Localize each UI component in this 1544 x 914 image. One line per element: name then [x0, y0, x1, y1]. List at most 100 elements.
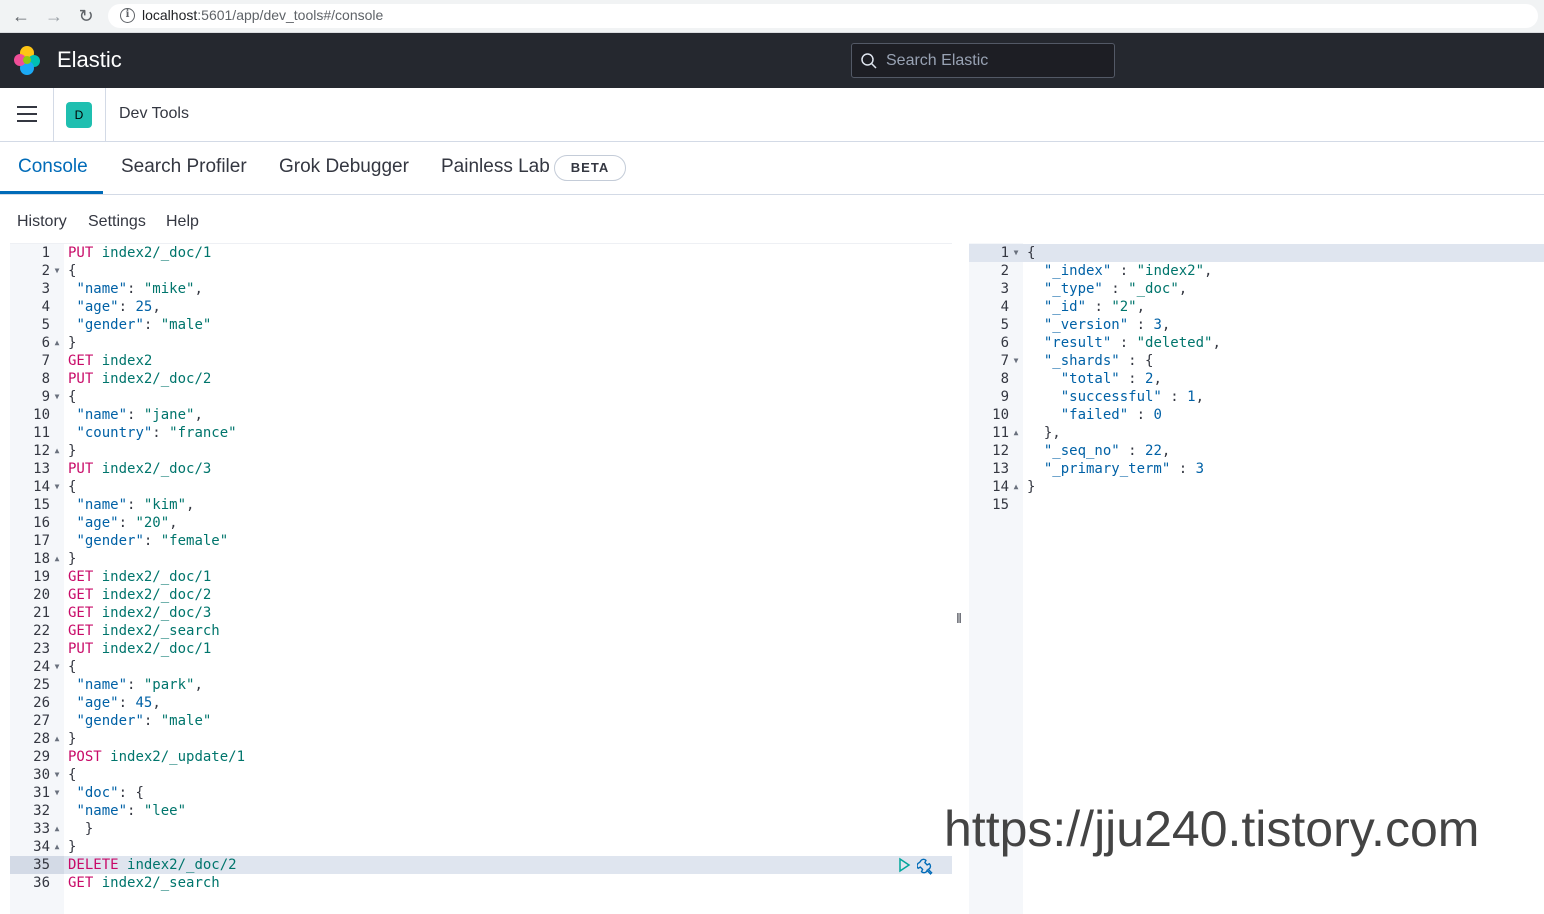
code-line[interactable]: 2 ▼ { — [10, 262, 952, 280]
code-line[interactable]: 5 "gender": "male" — [10, 316, 952, 334]
code-line[interactable]: 36 GET index2/_search — [10, 874, 952, 892]
code-token: : — [1128, 317, 1154, 333]
code-line[interactable]: 18 ▲} — [10, 550, 952, 568]
code-token: "age" — [76, 515, 119, 531]
code-line[interactable]: 23 PUT index2/_doc/1 — [10, 640, 952, 658]
code-line[interactable]: 3 "name": "mike", — [10, 280, 952, 298]
code-line[interactable]: 12 "_seq_no" : 22, — [969, 442, 1544, 460]
code-line[interactable]: 30 ▼ { — [10, 766, 952, 784]
code-line[interactable]: 16 "age": "20", — [10, 514, 952, 532]
code-line[interactable]: 28 ▲} — [10, 730, 952, 748]
code-line[interactable]: 14 ▲} — [969, 478, 1544, 496]
wrench-icon[interactable] — [917, 857, 935, 875]
code-token: : — [127, 497, 144, 513]
code-line[interactable]: 3 "_type" : "_doc", — [969, 280, 1544, 298]
code-line[interactable]: 11 ▲ }, — [969, 424, 1544, 442]
fold-close-icon[interactable]: ▲ — [52, 550, 62, 568]
menu-icon[interactable] — [17, 106, 37, 122]
code-line[interactable]: 34 ▲} — [10, 838, 952, 856]
fold-open-icon[interactable]: ▼ — [52, 262, 62, 280]
code-line[interactable]: 11 "country": "france" — [10, 424, 952, 442]
play-icon[interactable] — [896, 857, 912, 873]
fold-close-icon[interactable]: ▲ — [52, 334, 62, 352]
code-line[interactable]: 10 "name": "jane", — [10, 406, 952, 424]
fold-close-icon[interactable]: ▲ — [52, 442, 62, 460]
code-line[interactable]: 1 ▼ { — [969, 244, 1544, 262]
fold-open-icon[interactable]: ▼ — [52, 388, 62, 406]
code-line[interactable]: 22 GET index2/_search — [10, 622, 952, 640]
fold-open-icon[interactable]: ▼ — [52, 766, 62, 784]
code-line[interactable]: 29 POST index2/_update/1 — [10, 748, 952, 766]
code-text: "name": "lee" — [68, 802, 186, 820]
code-line[interactable]: 27 "gender": "male" — [10, 712, 952, 730]
pane-resize-handle[interactable]: ‖ — [955, 610, 963, 626]
code-line[interactable]: 1 PUT index2/_doc/1 — [10, 244, 952, 262]
elastic-logo-icon[interactable] — [12, 45, 42, 75]
fold-close-icon[interactable]: ▲ — [1011, 478, 1021, 496]
code-line[interactable]: 31 ▼ "doc": { — [10, 784, 952, 802]
code-line[interactable]: 14 ▼ { — [10, 478, 952, 496]
code-line[interactable]: 9 "successful" : 1, — [969, 388, 1544, 406]
code-line[interactable]: 13 PUT index2/_doc/3 — [10, 460, 952, 478]
code-line[interactable]: 4 "age": 25, — [10, 298, 952, 316]
code-line[interactable]: 26 "age": 45, — [10, 694, 952, 712]
fold-open-icon[interactable]: ▼ — [52, 658, 62, 676]
request-editor[interactable]: 1 PUT index2/_doc/1 2 ▼{3 "name": "mike", 4 … — [10, 243, 952, 914]
code-line[interactable]: 15 — [969, 496, 1544, 514]
address-bar[interactable]: i localhost:5601/app/dev_tools#/console — [108, 4, 1538, 28]
code-token: index2/_update/1 — [110, 749, 246, 765]
code-line[interactable]: 5 "_version" : 3, — [969, 316, 1544, 334]
fold-close-icon[interactable]: ▲ — [52, 838, 62, 856]
code-line[interactable]: 6 ▲} — [10, 334, 952, 352]
code-line[interactable]: 21 GET index2/_doc/3 — [10, 604, 952, 622]
code-line[interactable]: 8 "total" : 2, — [969, 370, 1544, 388]
code-line[interactable]: 9 ▼ { — [10, 388, 952, 406]
tab-search-profiler[interactable]: Search Profiler — [121, 156, 247, 178]
space-avatar[interactable]: D — [66, 102, 92, 128]
fold-close-icon[interactable]: ▲ — [52, 820, 62, 838]
code-line[interactable]: 6 "result" : "deleted", — [969, 334, 1544, 352]
back-arrow-icon[interactable]: ← — [9, 4, 33, 28]
code-line[interactable]: 2 "_index" : "index2", — [969, 262, 1544, 280]
code-line[interactable]: 13 "_primary_term" : 3 — [969, 460, 1544, 478]
tab-console[interactable]: Console — [18, 156, 88, 178]
code-line[interactable]: 19 GET index2/_doc/1 — [10, 568, 952, 586]
code-line[interactable]: 20 GET index2/_doc/2 — [10, 586, 952, 604]
code-line[interactable]: 7 ▼ "_shards" : { — [969, 352, 1544, 370]
global-search[interactable] — [851, 43, 1115, 78]
fold-open-icon[interactable]: ▼ — [1011, 352, 1021, 370]
code-line[interactable]: 7 GET index2 — [10, 352, 952, 370]
code-line[interactable]: 24 ▼ { — [10, 658, 952, 676]
fold-open-icon[interactable]: ▼ — [52, 784, 62, 802]
tab-painless-lab[interactable]: Painless Lab — [441, 156, 550, 178]
code-line[interactable]: 17 "gender": "female" — [10, 532, 952, 550]
fold-close-icon[interactable]: ▲ — [52, 730, 62, 748]
search-input[interactable] — [886, 44, 1110, 77]
info-icon[interactable]: i — [120, 8, 135, 23]
url-path: :5601/app/dev_tools#/console — [197, 7, 384, 23]
code-line[interactable]: 8 PUT index2/_doc/2 — [10, 370, 952, 388]
tab-grok-debugger[interactable]: Grok Debugger — [279, 156, 409, 178]
code-line[interactable]: 15 "name": "kim", — [10, 496, 952, 514]
brand-name[interactable]: Elastic — [57, 47, 122, 73]
menu-history[interactable]: History — [17, 213, 67, 231]
code-line[interactable]: 35 DELETE index2/_doc/2 — [10, 856, 952, 874]
code-text: { — [68, 658, 76, 676]
fold-open-icon[interactable]: ▼ — [52, 478, 62, 496]
menu-help[interactable]: Help — [166, 213, 199, 231]
code-line[interactable]: 33 ▲ } — [10, 820, 952, 838]
fold-close-icon[interactable]: ▲ — [1011, 424, 1021, 442]
reload-icon[interactable]: ↻ — [74, 4, 98, 28]
code-line[interactable]: 4 "_id" : "2", — [969, 298, 1544, 316]
code-line[interactable]: 25 "name": "park", — [10, 676, 952, 694]
code-token: "_index" — [1043, 263, 1112, 279]
code-line[interactable]: 10 "failed" : 0 — [969, 406, 1544, 424]
menu-settings[interactable]: Settings — [88, 213, 146, 231]
fold-open-icon[interactable]: ▼ — [1011, 244, 1021, 262]
code-line[interactable]: 12 ▲} — [10, 442, 952, 460]
forward-arrow-icon[interactable]: → — [42, 4, 66, 28]
code-line[interactable]: 32 "name": "lee" — [10, 802, 952, 820]
code-token: 0 — [1153, 407, 1162, 423]
